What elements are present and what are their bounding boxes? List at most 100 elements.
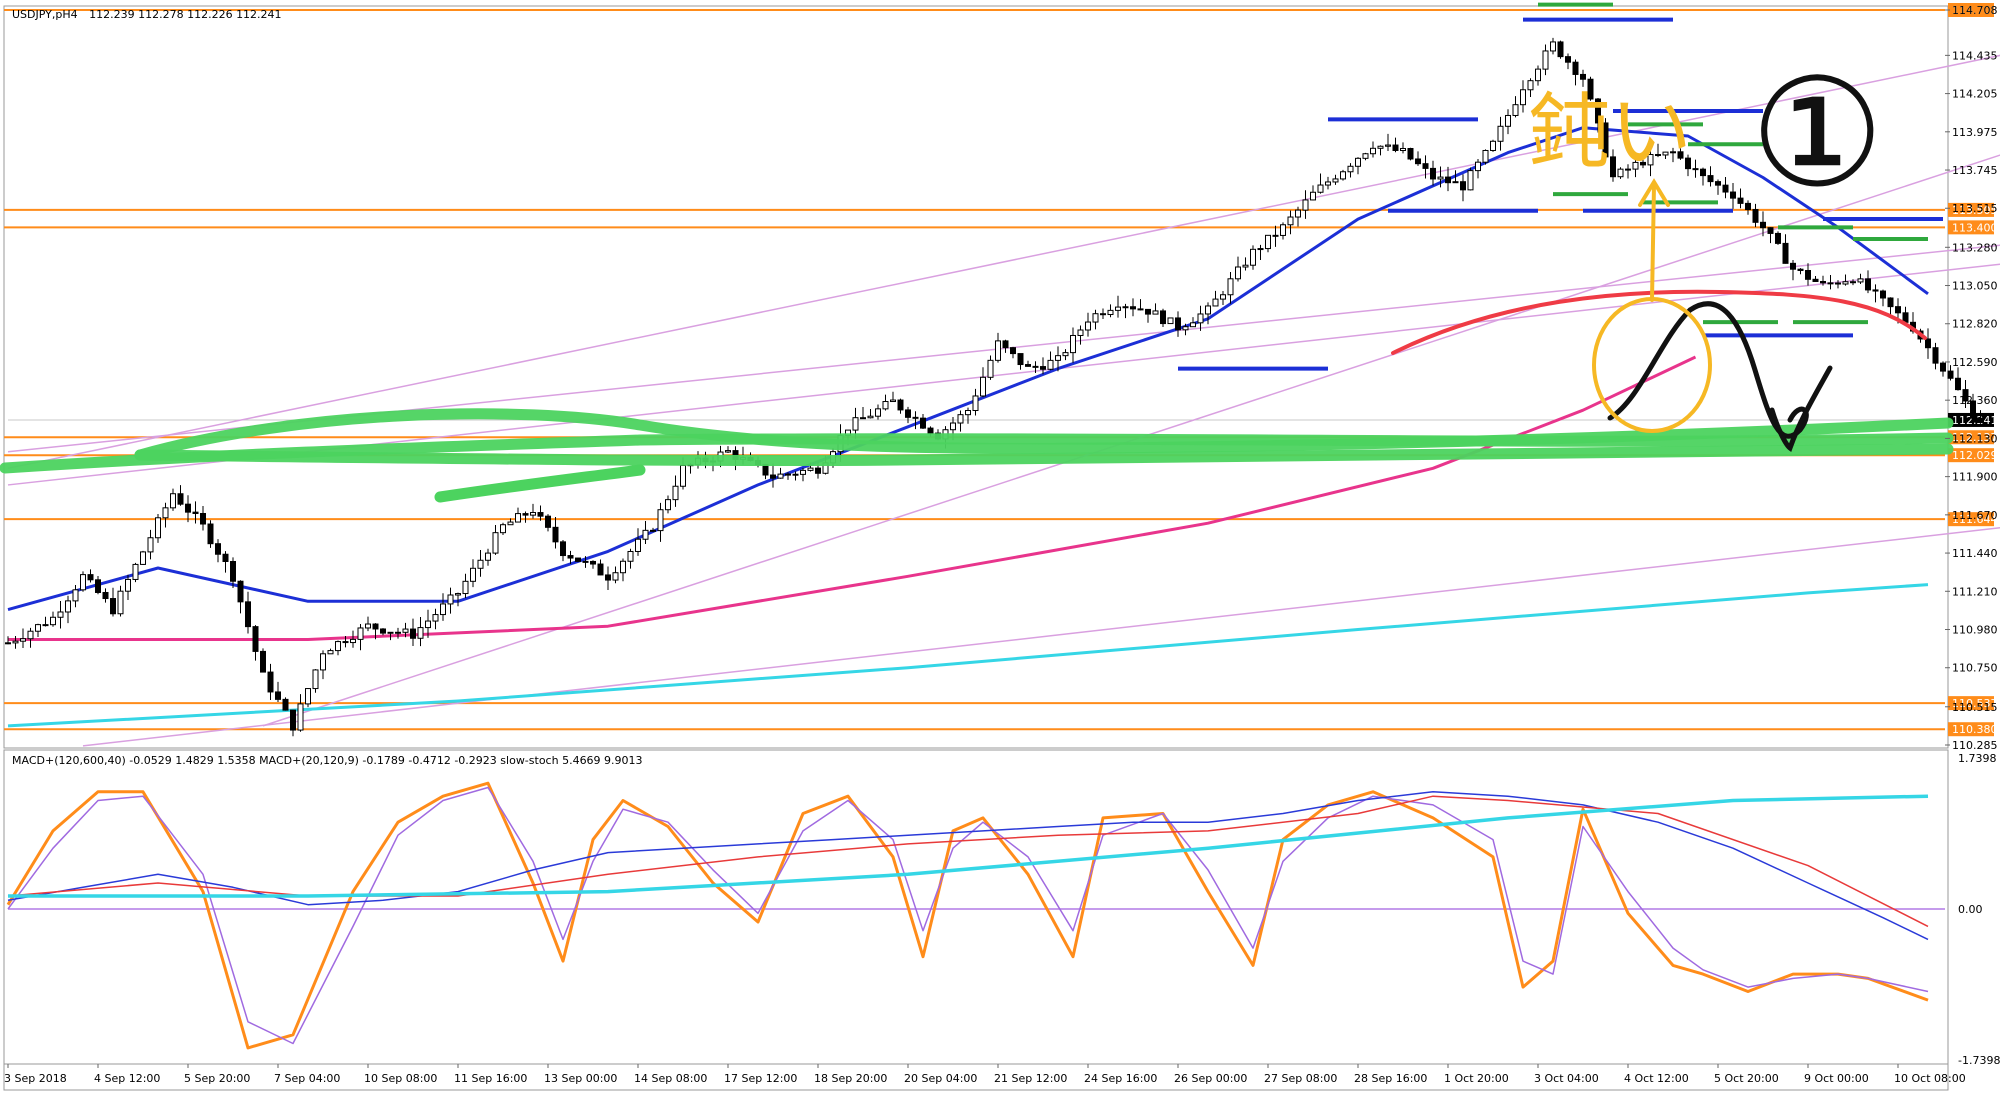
price-tick-label: 111.440 (1952, 547, 1998, 560)
candle-body (1850, 281, 1856, 284)
candle-body (1377, 145, 1384, 149)
candle-body (1355, 157, 1361, 167)
candle-body (80, 574, 86, 591)
candle-body (657, 509, 664, 532)
candle-body (867, 415, 874, 419)
candle-body (920, 417, 926, 429)
price-tick-label: 110.980 (1952, 624, 1998, 637)
candle-body (612, 572, 619, 581)
candle-body (1565, 56, 1571, 63)
candle-body (1137, 308, 1144, 311)
candle-body (140, 551, 146, 565)
level-price-label: 110.380 (1952, 723, 1998, 736)
candle-body (1977, 417, 1984, 424)
candle-body (1370, 147, 1376, 155)
candle-body (492, 532, 499, 554)
time-tick-label: 20 Sep 04:00 (904, 1072, 977, 1085)
candle-body (447, 594, 454, 605)
candle-body (455, 593, 461, 596)
candle-body (1100, 313, 1106, 316)
candle-body (1122, 306, 1129, 309)
candle-body (1812, 278, 1819, 282)
candle-body (1932, 347, 1939, 364)
candle-body (1160, 310, 1166, 325)
candle-body (1775, 232, 1781, 244)
time-tick-label: 26 Sep 00:00 (1174, 1072, 1247, 1085)
candle-body (567, 555, 574, 559)
candle-body (1407, 147, 1414, 160)
candle-body (950, 422, 956, 431)
candle-body (1452, 181, 1459, 184)
candle-body (42, 624, 49, 627)
candle-body (12, 640, 19, 644)
price-tick-label: 113.280 (1952, 241, 1998, 254)
time-tick-label: 24 Sep 16:00 (1084, 1072, 1157, 1085)
candle-body (320, 653, 326, 671)
candle-body (1550, 41, 1556, 52)
candle-body (477, 559, 484, 569)
candle-body (50, 616, 56, 626)
candle-body (897, 399, 904, 411)
candle-body (1767, 227, 1774, 234)
candle-body (560, 541, 566, 557)
candle-body (237, 580, 244, 603)
candle-body (1490, 140, 1496, 151)
candle-body (192, 511, 199, 514)
time-tick-label: 17 Sep 12:00 (724, 1072, 797, 1085)
price-tick-label: 111.670 (1952, 509, 1998, 522)
candle-body (1467, 170, 1474, 191)
candle-body (1220, 294, 1226, 300)
candle-body (905, 409, 911, 418)
candle-body (890, 399, 896, 403)
time-tick-label: 13 Sep 00:00 (544, 1072, 617, 1085)
candle-body (1197, 313, 1204, 324)
candle-body (147, 537, 154, 553)
candle-body (1805, 270, 1811, 280)
symbol-title: USDJPY,pH4 112.239 112.278 112.226 112.2… (12, 8, 282, 21)
time-tick-label: 1 Oct 20:00 (1444, 1072, 1509, 1085)
candle-body (957, 414, 964, 424)
candle-body (545, 515, 551, 528)
candle-body (432, 614, 439, 622)
candle-body (342, 641, 349, 644)
candle-body (875, 408, 881, 417)
candle-body (290, 709, 296, 731)
handdrawn-yellow-arrow (1650, 183, 1656, 302)
price-tick-label: 113.975 (1952, 126, 1998, 139)
candle-body (387, 631, 394, 634)
oscillator-tick-label: 1.7398 (1958, 752, 1997, 765)
candle-body (95, 579, 101, 593)
candle-body (117, 590, 124, 615)
candle-body (1940, 362, 1946, 372)
candle-body (245, 601, 251, 628)
circled-number: ① (1750, 47, 1884, 221)
level-price-label: 113.400 (1952, 221, 1998, 234)
candle-body (252, 626, 259, 652)
candle-body (350, 638, 356, 644)
candle-body (440, 603, 446, 616)
oscillator-tick-label: 0.00 (1958, 903, 1983, 916)
candle-body (222, 553, 229, 563)
candle-body (357, 627, 364, 640)
candle-body (1925, 338, 1931, 349)
candle-body (605, 574, 611, 581)
candle-body (462, 580, 469, 595)
candle-body (1535, 68, 1541, 82)
candle-body (1692, 168, 1699, 171)
candle-body (1130, 306, 1136, 310)
candle-body (1205, 305, 1211, 315)
candle-body (972, 395, 979, 412)
price-tick-label: 113.515 (1952, 202, 1998, 215)
candle-body (1047, 359, 1054, 370)
candle-body (815, 467, 821, 474)
candle-body (537, 512, 544, 517)
candle-body (852, 417, 859, 431)
candle-body (1445, 176, 1451, 184)
candle-body (215, 543, 221, 555)
candle-body (1520, 89, 1526, 106)
candle-body (515, 513, 521, 523)
candle-body (1475, 161, 1481, 172)
candle-body (1700, 168, 1706, 177)
candle-body (762, 463, 769, 476)
candle-body (365, 623, 371, 629)
